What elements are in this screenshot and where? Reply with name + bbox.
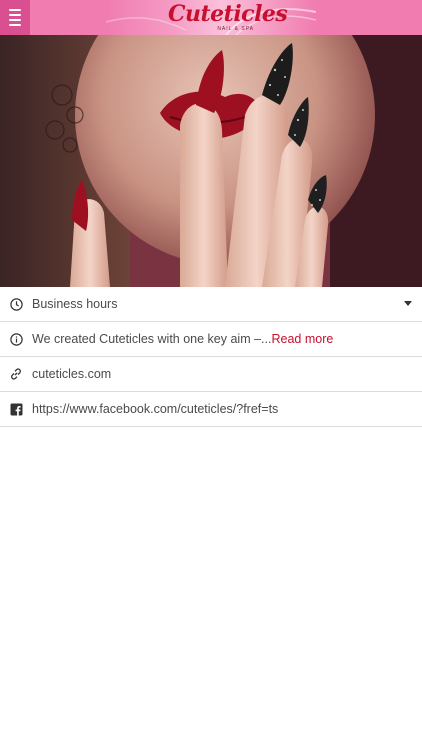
facebook-icon (9, 402, 23, 416)
logo: Cuteticles NAIL & SPA (168, 1, 288, 35)
business-hours-label: Business hours (32, 297, 118, 311)
chevron-down-icon[interactable] (404, 301, 412, 306)
menu-button[interactable] (0, 0, 30, 35)
hero-image (0, 35, 422, 287)
website-row[interactable]: cuteticles.com (0, 357, 422, 392)
link-icon (9, 367, 23, 381)
business-info-list: Business hours We created Cuteticles wit… (0, 287, 422, 427)
info-icon (9, 332, 23, 346)
facebook-row[interactable]: https://www.facebook.com/cuteticles/?fre… (0, 392, 422, 427)
nails-model-photo (0, 35, 422, 287)
website-link: cuteticles.com (32, 367, 112, 381)
logo-subtext: NAIL & SPA (217, 26, 254, 32)
about-row: We created Cuteticles with one key aim –… (0, 322, 422, 357)
app-header: Cuteticles NAIL & SPA (0, 0, 422, 35)
clock-icon (9, 297, 23, 311)
logo-text: Cuteticles (168, 1, 288, 27)
read-more-link[interactable]: Read more (271, 332, 333, 346)
hamburger-menu-icon (9, 9, 21, 11)
about-text: We created Cuteticles with one key aim –… (32, 332, 272, 346)
facebook-link: https://www.facebook.com/cuteticles/?fre… (32, 402, 279, 416)
business-hours-row[interactable]: Business hours (0, 287, 422, 322)
